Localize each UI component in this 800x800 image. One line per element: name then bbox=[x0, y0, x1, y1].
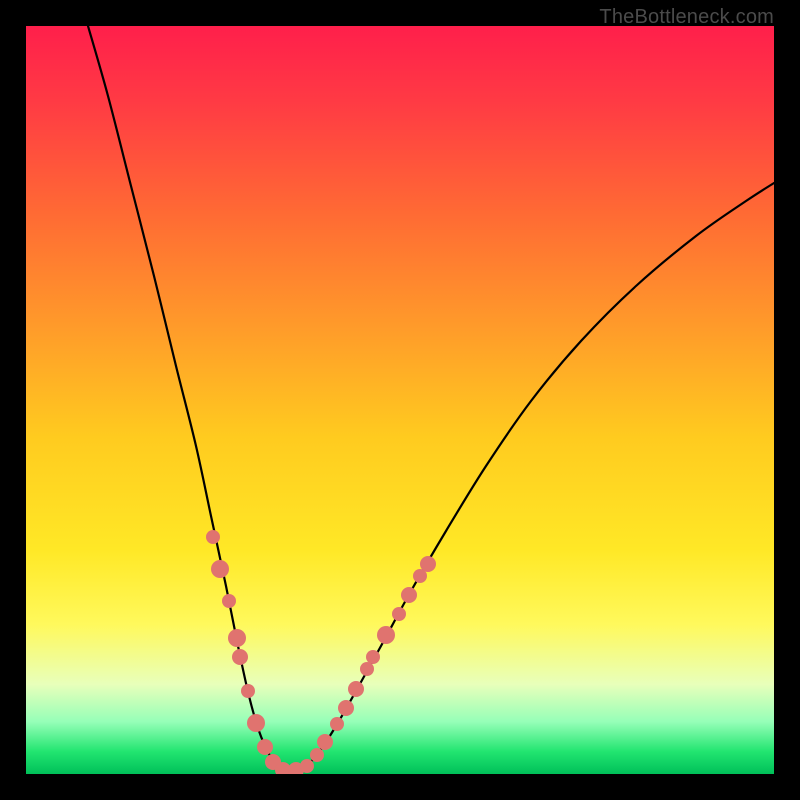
bead-marker bbox=[377, 626, 395, 644]
bead-marker bbox=[247, 714, 265, 732]
bead-marker bbox=[330, 717, 344, 731]
bead-marker bbox=[222, 594, 236, 608]
bead-marker bbox=[257, 739, 273, 755]
bead-marker bbox=[232, 649, 248, 665]
bead-marker bbox=[360, 662, 374, 676]
bead-marker bbox=[338, 700, 354, 716]
bead-marker bbox=[241, 684, 255, 698]
bead-marker bbox=[366, 650, 380, 664]
gradient-background bbox=[26, 26, 774, 774]
bead-marker bbox=[206, 530, 220, 544]
bead-marker bbox=[348, 681, 364, 697]
chart-plot-area bbox=[26, 26, 774, 774]
bead-marker bbox=[420, 556, 436, 572]
bead-marker bbox=[300, 759, 314, 773]
bead-marker bbox=[392, 607, 406, 621]
bead-marker bbox=[310, 748, 324, 762]
bead-marker bbox=[228, 629, 246, 647]
bead-marker bbox=[401, 587, 417, 603]
bead-marker bbox=[211, 560, 229, 578]
chart-svg bbox=[26, 26, 774, 774]
bead-marker bbox=[317, 734, 333, 750]
